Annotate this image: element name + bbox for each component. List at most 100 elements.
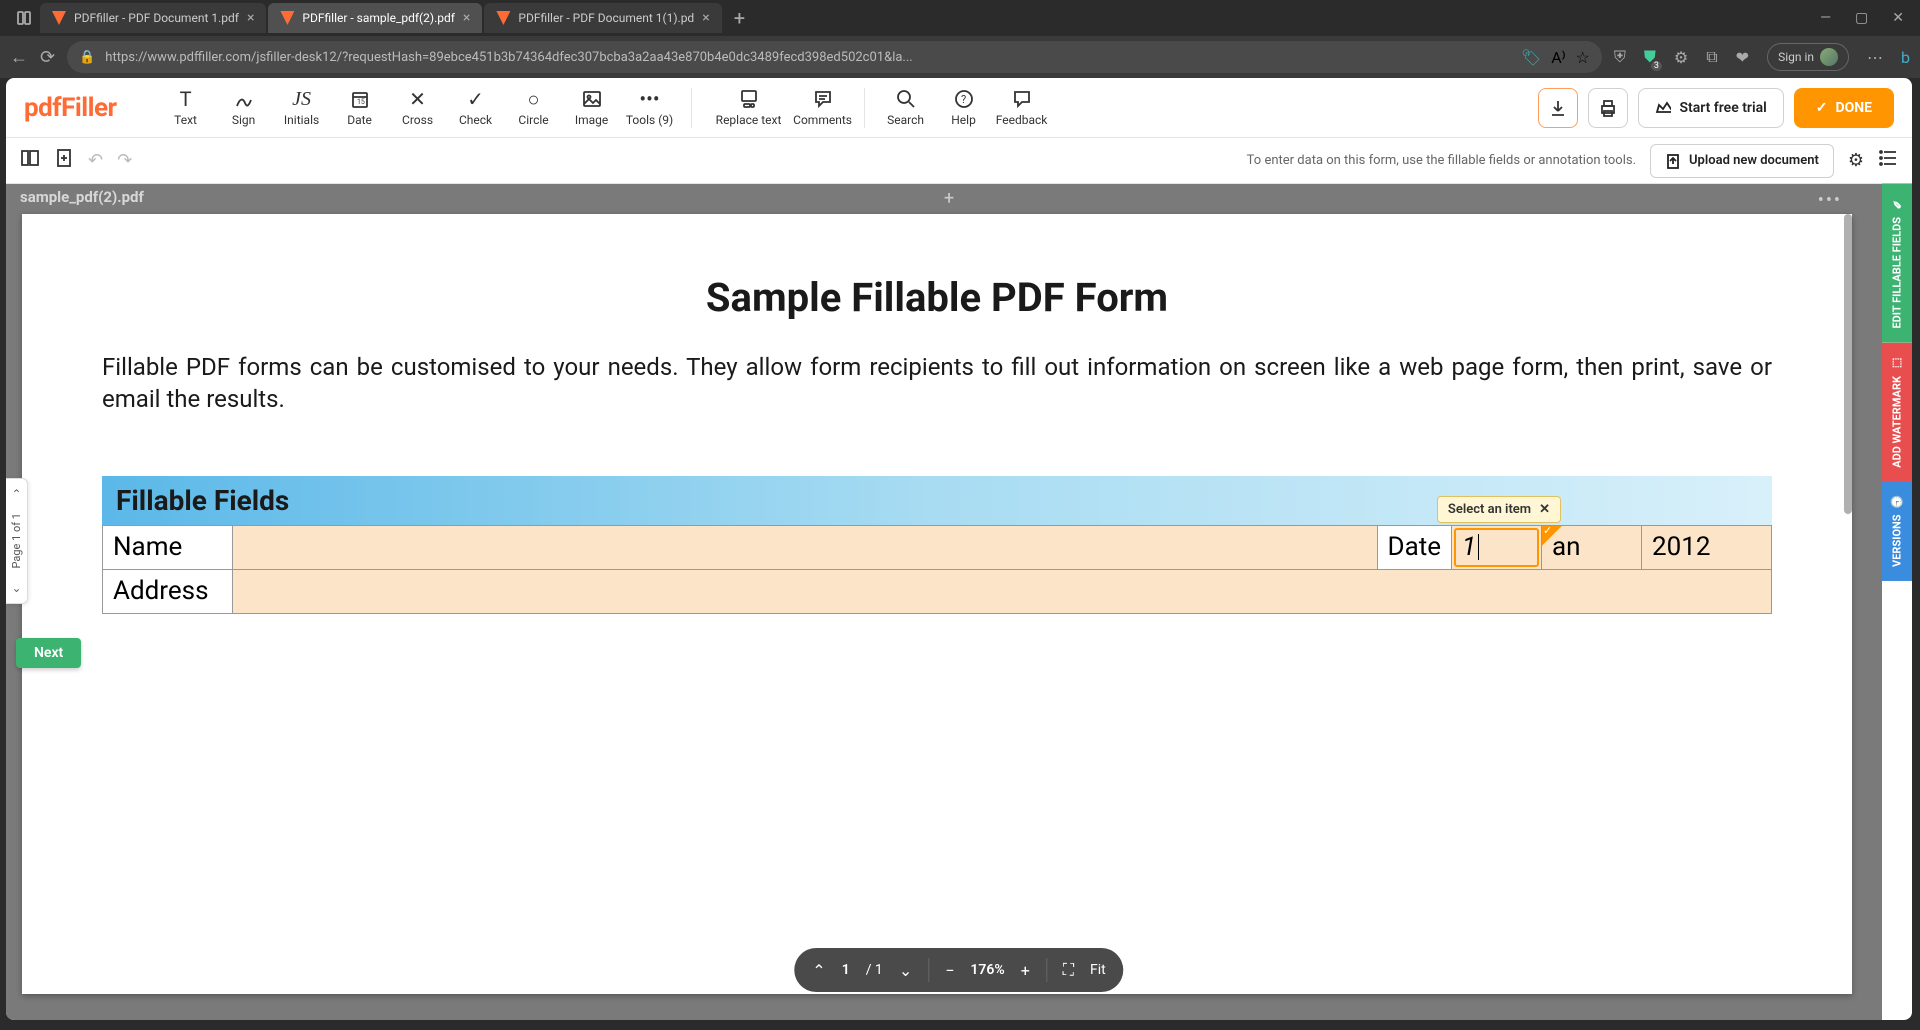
- sign-icon: [234, 89, 254, 109]
- versions-tab[interactable]: VERSIONS 🕘: [1882, 481, 1912, 581]
- download-button[interactable]: [1538, 88, 1578, 128]
- upload-icon: [1665, 153, 1681, 169]
- zoom-in-icon[interactable]: +: [1021, 961, 1030, 980]
- page-down-icon[interactable]: ⌄: [11, 581, 21, 595]
- select-item-callout[interactable]: Select an item ✕: [1437, 496, 1561, 523]
- tool-label: Sign: [232, 113, 255, 127]
- lock-icon: 🔒: [79, 50, 95, 65]
- close-icon[interactable]: ×: [463, 10, 470, 26]
- browser-tab-1[interactable]: PDFfiller - sample_pdf(2).pdf ×: [268, 3, 482, 33]
- shield-icon[interactable]: ⛨: [1614, 47, 1626, 67]
- close-icon[interactable]: ×: [702, 10, 709, 26]
- search-tool[interactable]: Search: [877, 80, 935, 136]
- callout-label: Select an item: [1448, 502, 1531, 517]
- hint-text: To enter data on this form, use the fill…: [1247, 153, 1636, 168]
- name-field[interactable]: [233, 525, 1378, 569]
- tool-label: Initials: [284, 113, 319, 127]
- initials-tool[interactable]: JSInitials: [273, 80, 331, 136]
- text-cursor: [1478, 534, 1479, 560]
- help-tool[interactable]: ? Help: [935, 80, 993, 136]
- print-button[interactable]: [1588, 88, 1628, 128]
- doc-tab-more[interactable]: •••: [1818, 190, 1842, 211]
- undo-icon[interactable]: ↶: [88, 150, 103, 171]
- browser-toolbar: ← ⟳ 🔒 https://www.pdffiller.com/jsfiller…: [0, 36, 1920, 78]
- redo-icon[interactable]: ↷: [117, 150, 132, 171]
- refresh-icon[interactable]: ⟳: [40, 47, 55, 68]
- menu-icon[interactable]: ⋯: [1867, 48, 1883, 67]
- bing-icon[interactable]: b: [1901, 48, 1910, 67]
- tool-label: Help: [951, 113, 976, 127]
- logo: pdfFiller: [24, 93, 117, 123]
- fit-label[interactable]: Fit: [1090, 962, 1106, 978]
- date-day-field[interactable]: 1 Select an item ✕: [1452, 525, 1542, 569]
- watermark-tab[interactable]: ADD WATERMARK ⬚: [1882, 343, 1912, 482]
- comments-tool[interactable]: Comments: [794, 80, 852, 136]
- scrollbar[interactable]: [1844, 214, 1852, 514]
- url-bar[interactable]: 🔒 https://www.pdffiller.com/jsfiller-des…: [67, 41, 1602, 73]
- fit-icon[interactable]: ⛶: [1063, 960, 1074, 980]
- sign-tool[interactable]: Sign: [215, 80, 273, 136]
- tool-label: Text: [174, 113, 197, 127]
- side-tab-label: VERSIONS: [1891, 515, 1904, 568]
- close-icon[interactable]: ×: [247, 10, 254, 26]
- done-button[interactable]: ✓DONE: [1794, 88, 1894, 128]
- help-icon: ?: [954, 89, 974, 109]
- browser-tab-0[interactable]: PDFfiller - PDF Document 1.pdf ×: [40, 3, 266, 33]
- performance-icon[interactable]: ❤: [1736, 48, 1749, 67]
- gear-icon[interactable]: ⚙: [1848, 150, 1864, 171]
- close-icon[interactable]: ✕: [1539, 502, 1550, 517]
- check-tool[interactable]: ✓Check: [447, 80, 505, 136]
- edit-fields-tab[interactable]: EDIT FILLABLE FIELDS ✎: [1882, 184, 1912, 343]
- page-next-icon[interactable]: ⌄: [899, 961, 912, 980]
- add-doc-tab[interactable]: +: [944, 188, 954, 209]
- page-nav-label: Page 1 of 1: [10, 507, 23, 575]
- circle-tool[interactable]: ○Circle: [505, 80, 563, 136]
- next-button[interactable]: Next: [16, 638, 81, 668]
- page-prev-icon[interactable]: ⌃: [812, 961, 825, 980]
- tool-label: Image: [575, 113, 608, 127]
- address-field[interactable]: [233, 569, 1772, 613]
- date-month-value: an: [1552, 532, 1581, 562]
- fillable-table: Name Date 1 Select an item ✕ ✓: [102, 525, 1772, 614]
- image-tool[interactable]: Image: [563, 80, 621, 136]
- replace-text-tool[interactable]: Replace text: [704, 80, 794, 136]
- pdffiller-favicon: [280, 11, 294, 25]
- date-month-field[interactable]: ✓ an: [1542, 525, 1642, 569]
- close-window-icon[interactable]: ✕: [1892, 10, 1904, 26]
- more-tools[interactable]: •••Tools (9): [621, 80, 679, 136]
- done-label: DONE: [1835, 100, 1872, 116]
- read-aloud-icon[interactable]: A⁾: [1551, 48, 1565, 67]
- tab-title: PDFfiller - sample_pdf(2).pdf: [302, 11, 455, 25]
- text-tool[interactable]: TText: [157, 80, 215, 136]
- adblock-icon[interactable]: ⛊: [1644, 47, 1656, 67]
- tab-manager-icon[interactable]: [16, 10, 32, 26]
- minimize-icon[interactable]: —: [1820, 10, 1831, 26]
- date-tool[interactable]: 15Date: [331, 80, 389, 136]
- page-up-icon[interactable]: ⌃: [11, 487, 21, 501]
- zoom-out-icon[interactable]: −: [945, 961, 954, 980]
- signin-button[interactable]: Sign in: [1767, 43, 1849, 71]
- new-tab-button[interactable]: +: [724, 6, 755, 30]
- check-icon: ✓: [1543, 524, 1552, 537]
- page-current[interactable]: 1: [842, 962, 850, 978]
- print-icon: [1598, 98, 1618, 118]
- add-page-icon[interactable]: [54, 148, 74, 173]
- upload-doc-button[interactable]: Upload new document: [1650, 144, 1834, 178]
- maximize-icon[interactable]: ▢: [1855, 10, 1868, 26]
- tool-label: Search: [887, 113, 924, 127]
- cross-tool[interactable]: ✕Cross: [389, 80, 447, 136]
- collections-icon[interactable]: ⧉: [1706, 47, 1717, 67]
- price-tag-icon[interactable]: 🏷: [1521, 48, 1541, 67]
- back-icon[interactable]: ←: [10, 47, 28, 68]
- svg-text:15: 15: [357, 98, 365, 106]
- feedback-tool[interactable]: Feedback: [993, 80, 1051, 136]
- favorite-icon[interactable]: ☆: [1576, 48, 1590, 67]
- tool-label: Check: [459, 113, 492, 127]
- browser-tab-2[interactable]: PDFfiller - PDF Document 1(1).pd ×: [484, 3, 721, 33]
- date-year-field[interactable]: 2012: [1642, 525, 1772, 569]
- signin-label: Sign in: [1778, 50, 1814, 64]
- extensions-icon[interactable]: ⚙: [1674, 48, 1688, 67]
- list-icon[interactable]: [1878, 148, 1898, 173]
- start-trial-button[interactable]: Start free trial: [1638, 88, 1783, 128]
- panel-icon[interactable]: [20, 148, 40, 173]
